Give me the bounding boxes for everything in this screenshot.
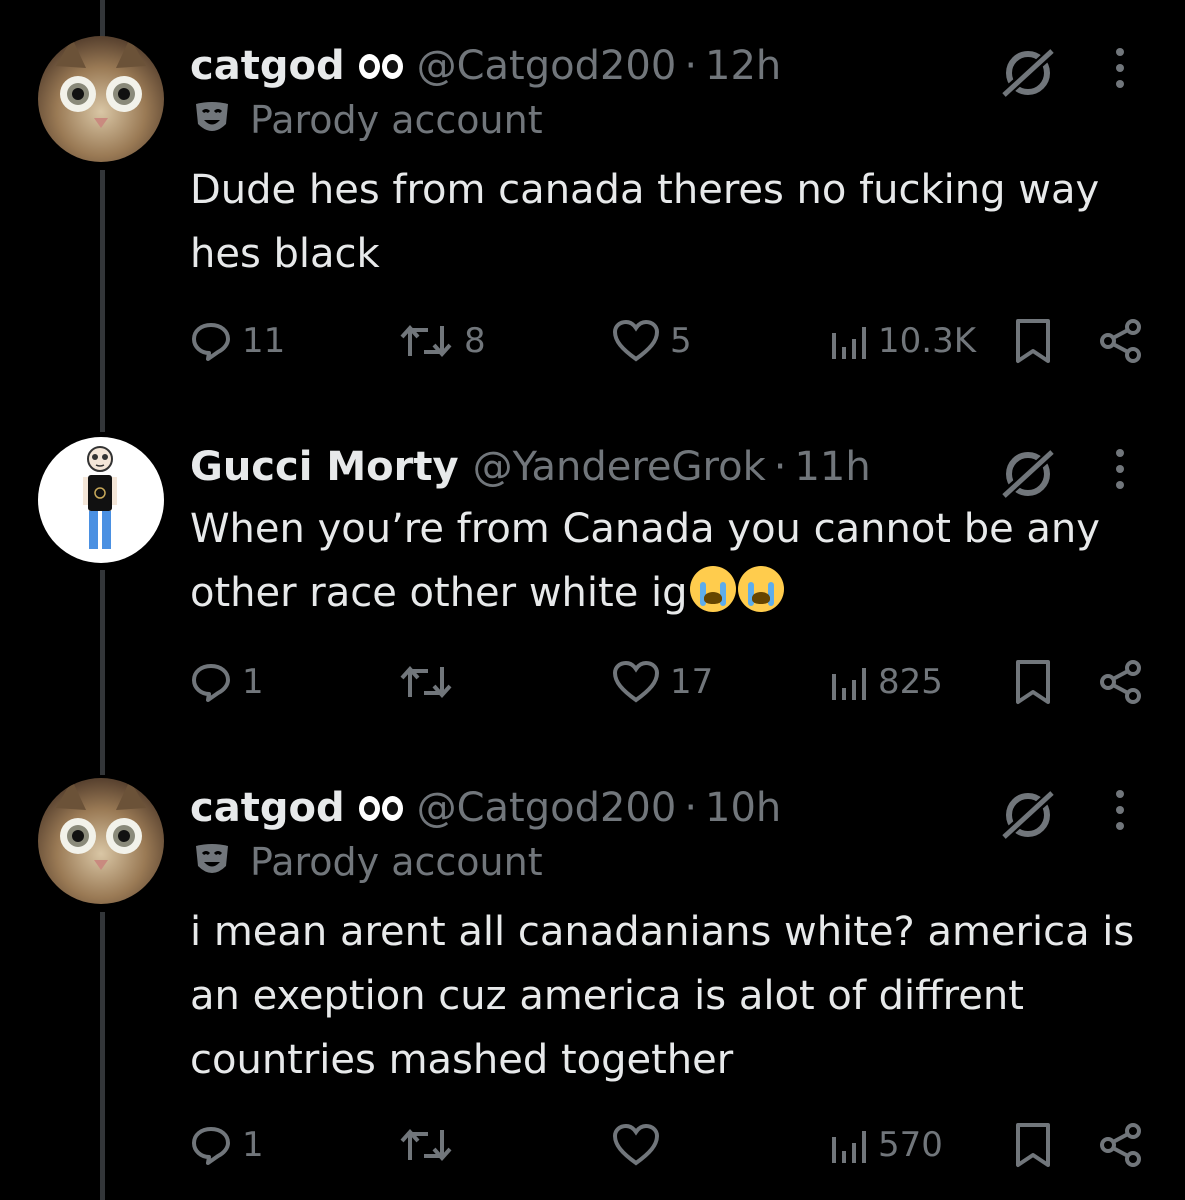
reply-button[interactable]: 1: [190, 1120, 264, 1170]
separator-dot: ·: [684, 43, 698, 89]
repost-icon: [400, 665, 452, 699]
bookmark-button[interactable]: [1012, 1120, 1054, 1170]
views-button[interactable]: 10.3K: [828, 316, 976, 366]
share-button[interactable]: [1098, 316, 1144, 366]
repost-count: 8: [464, 321, 486, 361]
display-name[interactable]: catgod: [190, 43, 345, 89]
action-bar: 11 8 5 10.3K: [0, 316, 1185, 366]
grok-icon[interactable]: [998, 447, 1058, 503]
avatar[interactable]: [38, 36, 164, 162]
heart-icon: [612, 660, 660, 703]
share-button[interactable]: [1098, 657, 1144, 707]
more-options-icon[interactable]: [1105, 782, 1135, 838]
reply-button[interactable]: 1: [190, 657, 264, 707]
thread-line: [100, 0, 105, 40]
avatar[interactable]: [38, 437, 164, 563]
view-count: 10.3K: [878, 321, 976, 361]
more-options-icon[interactable]: [1105, 441, 1135, 497]
share-button[interactable]: [1098, 1120, 1144, 1170]
heart-icon: [612, 1123, 660, 1166]
parody-text: Parody account: [250, 98, 543, 142]
views-button[interactable]: 825: [828, 657, 943, 707]
views-button[interactable]: 570: [828, 1120, 943, 1170]
share-icon: [1100, 660, 1141, 704]
display-name[interactable]: catgod: [190, 785, 345, 831]
action-bar: 1 570: [0, 1120, 1185, 1170]
reply-icon: [192, 664, 230, 702]
like-button[interactable]: 5: [612, 316, 692, 366]
bookmark-button[interactable]: [1012, 657, 1054, 707]
grok-icon[interactable]: [998, 46, 1058, 102]
like-count: 17: [670, 662, 714, 702]
tweet[interactable]: Gucci Morty @YandereGrok · 11h When you’…: [0, 437, 1185, 737]
view-count: 825: [878, 662, 943, 702]
mask-icon: [192, 840, 232, 884]
repost-button[interactable]: [398, 657, 454, 707]
heart-icon: [612, 319, 660, 362]
like-count: 5: [670, 321, 692, 361]
timestamp[interactable]: 10h: [705, 785, 781, 831]
parody-label: Parody account: [192, 98, 543, 142]
repost-button[interactable]: [398, 1120, 454, 1170]
parody-text: Parody account: [250, 840, 543, 884]
avatar[interactable]: [38, 778, 164, 904]
separator-dot: ·: [684, 785, 698, 831]
tweet[interactable]: catgod @Catgod200 · 12h Parody account D…: [0, 36, 1185, 396]
bookmark-icon: [1016, 660, 1050, 704]
mask-icon: [192, 98, 232, 142]
views-icon: [832, 327, 866, 359]
like-button[interactable]: 17: [612, 657, 713, 707]
user-handle[interactable]: @Catgod200: [417, 43, 677, 89]
more-options-icon[interactable]: [1105, 40, 1135, 96]
timestamp[interactable]: 12h: [705, 43, 781, 89]
crying-emoji-icon: [737, 566, 784, 612]
eyes-emoji: [358, 53, 403, 79]
bookmark-icon: [1016, 1123, 1050, 1167]
share-icon: [1100, 319, 1141, 363]
bookmark-icon: [1016, 319, 1050, 363]
user-handle[interactable]: @YandereGrok: [473, 444, 766, 490]
action-bar: 1 17 825: [0, 657, 1185, 707]
like-button[interactable]: [612, 1120, 660, 1170]
reply-button[interactable]: 11: [190, 316, 285, 366]
parody-label: Parody account: [192, 840, 543, 884]
separator-dot: ·: [773, 444, 787, 490]
reply-count: 1: [242, 1125, 264, 1165]
share-icon: [1100, 1123, 1141, 1167]
tweet-text: i mean arent all canadanians white? amer…: [190, 909, 1135, 1083]
views-icon: [832, 668, 866, 700]
reply-icon: [192, 323, 230, 361]
repost-button[interactable]: 8: [398, 316, 486, 366]
repost-icon: [400, 324, 452, 358]
reply-count: 11: [242, 321, 286, 361]
bookmark-button[interactable]: [1012, 316, 1054, 366]
tweet[interactable]: catgod @Catgod200 · 10h Parody account i…: [0, 778, 1185, 1198]
view-count: 570: [878, 1125, 943, 1165]
views-icon: [832, 1131, 866, 1163]
eyes-emoji: [358, 795, 403, 821]
crying-emoji-icon: [689, 566, 736, 612]
reply-count: 1: [242, 662, 264, 702]
timestamp[interactable]: 11h: [794, 444, 870, 490]
repost-icon: [400, 1128, 452, 1162]
display-name[interactable]: Gucci Morty: [190, 444, 459, 490]
tweet-text-content: When you’re from Canada you cannot be an…: [190, 506, 1100, 616]
user-handle[interactable]: @Catgod200: [417, 785, 677, 831]
reply-icon: [192, 1127, 230, 1165]
tweet-text: Dude hes from canada theres no fucking w…: [190, 167, 1100, 277]
tweet-text: When you’re from Canada you cannot be an…: [190, 497, 1165, 625]
grok-icon[interactable]: [998, 788, 1058, 844]
